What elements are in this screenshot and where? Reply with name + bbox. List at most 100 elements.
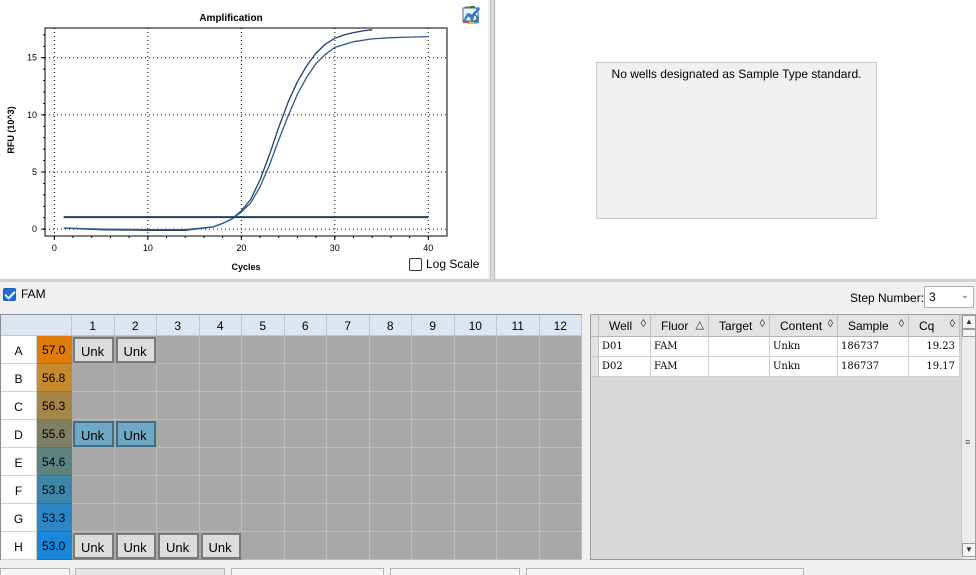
- well-F10[interactable]: [454, 476, 497, 504]
- log-scale-checkbox[interactable]: [409, 257, 422, 271]
- well-G9[interactable]: [412, 504, 455, 532]
- well-D9[interactable]: [412, 420, 455, 448]
- column-header-4[interactable]: 4: [199, 315, 242, 336]
- scroll-up-button[interactable]: ▲: [962, 315, 976, 329]
- well-H10[interactable]: [454, 532, 497, 560]
- well-A10[interactable]: [454, 336, 497, 364]
- well-F2[interactable]: [114, 476, 157, 504]
- well-G8[interactable]: [369, 504, 412, 532]
- well-A4[interactable]: [199, 336, 242, 364]
- column-header-12[interactable]: 12: [539, 315, 582, 336]
- series-line-1[interactable]: [63, 29, 373, 231]
- table-cell-content[interactable]: Unkn: [770, 337, 838, 357]
- well-B8[interactable]: [369, 364, 412, 392]
- well-G7[interactable]: [327, 504, 370, 532]
- well-F12[interactable]: [539, 476, 582, 504]
- well-G6[interactable]: [284, 504, 327, 532]
- well-E10[interactable]: [454, 448, 497, 476]
- row-header-B[interactable]: B: [1, 364, 37, 392]
- well-A9[interactable]: [412, 336, 455, 364]
- table-cell-target[interactable]: [709, 337, 770, 357]
- log-scale-toggle[interactable]: Log Scale: [409, 257, 479, 271]
- sort-icon[interactable]: ◊: [828, 318, 833, 330]
- well-B11[interactable]: [497, 364, 540, 392]
- amplification-chart[interactable]: Amplification Cycles RFU (10^3) 0 10 20 30 4…: [0, 0, 488, 279]
- well-E8[interactable]: [369, 448, 412, 476]
- well-C6[interactable]: [284, 392, 327, 420]
- column-header-8[interactable]: 8: [369, 315, 412, 336]
- well-B3[interactable]: [157, 364, 200, 392]
- column-header-content[interactable]: Content ◊: [770, 315, 838, 337]
- step-number-select[interactable]: 3 ⌄: [924, 286, 974, 308]
- table-cell-fluor[interactable]: FAM: [651, 357, 709, 377]
- well-D7[interactable]: [327, 420, 370, 448]
- well-H9[interactable]: [412, 532, 455, 560]
- scroll-thumb[interactable]: [962, 329, 976, 337]
- well-E1[interactable]: [72, 448, 115, 476]
- well-G1[interactable]: [72, 504, 115, 532]
- column-header-2[interactable]: 2: [114, 315, 157, 336]
- column-header-fluor[interactable]: Fluor △: [651, 315, 709, 337]
- well-E9[interactable]: [412, 448, 455, 476]
- fam-checkbox[interactable]: [3, 287, 16, 301]
- well-F7[interactable]: [327, 476, 370, 504]
- well-D5[interactable]: [242, 420, 285, 448]
- table-cell-cq[interactable]: 19.23: [909, 337, 960, 357]
- well-B7[interactable]: [327, 364, 370, 392]
- well-B2[interactable]: [114, 364, 157, 392]
- well-B5[interactable]: [242, 364, 285, 392]
- well-B1[interactable]: [72, 364, 115, 392]
- well-F1[interactable]: [72, 476, 115, 504]
- column-header-10[interactable]: 10: [454, 315, 497, 336]
- results-scrollbar[interactable]: ▲ ≡ ▼: [961, 315, 976, 559]
- series-line-2[interactable]: [63, 35, 429, 231]
- chart-options-icon[interactable]: [462, 6, 480, 24]
- bottom-tab[interactable]: [390, 568, 520, 575]
- well-H6[interactable]: [284, 532, 327, 560]
- well-E12[interactable]: [539, 448, 582, 476]
- scroll-down-button[interactable]: ▼: [962, 543, 976, 557]
- well-G11[interactable]: [497, 504, 540, 532]
- well-E11[interactable]: [497, 448, 540, 476]
- well-A1[interactable]: Unk: [73, 337, 114, 363]
- well-D1[interactable]: Unk: [73, 421, 114, 447]
- well-H7[interactable]: [327, 532, 370, 560]
- well-C12[interactable]: [539, 392, 582, 420]
- sort-icon[interactable]: ◊: [950, 318, 955, 330]
- column-header-7[interactable]: 7: [327, 315, 370, 336]
- row-selector[interactable]: [591, 337, 599, 357]
- well-E2[interactable]: [114, 448, 157, 476]
- well-A12[interactable]: [539, 336, 582, 364]
- well-G4[interactable]: [199, 504, 242, 532]
- table-cell-target[interactable]: [709, 357, 770, 377]
- well-G12[interactable]: [539, 504, 582, 532]
- table-cell-cq[interactable]: 19.17: [909, 357, 960, 377]
- table-cell-content[interactable]: Unkn: [770, 357, 838, 377]
- well-H5[interactable]: [242, 532, 285, 560]
- well-B9[interactable]: [412, 364, 455, 392]
- bottom-tab[interactable]: [75, 568, 225, 575]
- well-D4[interactable]: [199, 420, 242, 448]
- sort-icon[interactable]: △: [696, 318, 704, 331]
- well-C4[interactable]: [199, 392, 242, 420]
- bottom-tab[interactable]: [0, 568, 70, 575]
- table-cell-well[interactable]: D02: [599, 357, 651, 377]
- sort-icon[interactable]: ◊: [899, 318, 904, 330]
- row-header-F[interactable]: F: [1, 476, 37, 504]
- well-C3[interactable]: [157, 392, 200, 420]
- well-C7[interactable]: [327, 392, 370, 420]
- well-E6[interactable]: [284, 448, 327, 476]
- well-H1[interactable]: Unk: [73, 533, 114, 559]
- well-H4[interactable]: Unk: [200, 533, 241, 559]
- well-F9[interactable]: [412, 476, 455, 504]
- well-B10[interactable]: [454, 364, 497, 392]
- well-C8[interactable]: [369, 392, 412, 420]
- column-header-well[interactable]: Well ◊: [599, 315, 651, 337]
- well-C5[interactable]: [242, 392, 285, 420]
- row-header-A[interactable]: A: [1, 336, 37, 364]
- well-C1[interactable]: [72, 392, 115, 420]
- well-B4[interactable]: [199, 364, 242, 392]
- well-D10[interactable]: [454, 420, 497, 448]
- well-A11[interactable]: [497, 336, 540, 364]
- well-H2[interactable]: Unk: [115, 533, 156, 559]
